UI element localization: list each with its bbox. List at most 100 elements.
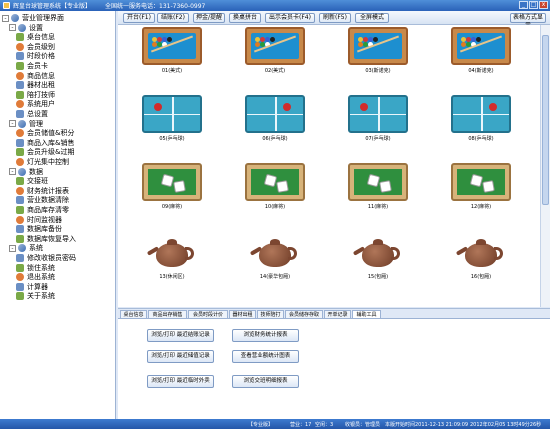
tree-item[interactable]: - 设置 [9, 23, 43, 33]
tree-item-label: 商品库存清零 [27, 206, 69, 214]
expand-toggle-icon[interactable]: - [2, 14, 9, 22]
teapot-body [259, 243, 291, 267]
ball [373, 37, 378, 42]
tool-button-3[interactable]: 查看营业额统计图表 [232, 350, 299, 363]
table-tile[interactable]: 07(乒乓球) [348, 95, 408, 142]
table-tile[interactable]: 10(麻将) [245, 163, 305, 210]
scrollbar-thumb[interactable] [542, 35, 549, 205]
ball [476, 37, 481, 42]
upgrade-icon [16, 148, 24, 157]
tree-item[interactable]: 关于系统 [16, 291, 55, 301]
tree-item[interactable]: 财务统计报表 [16, 186, 69, 196]
table-tile[interactable]: 04(斯诺克) [451, 27, 511, 74]
table-tile-caption: 15(包厢) [367, 274, 389, 280]
tool-button-1[interactable]: 浏览财务统计报表 [232, 329, 299, 342]
tree-item[interactable]: 陪打技师 [16, 90, 55, 100]
table-tile-caption: 02(美式) [264, 68, 286, 74]
center-line [144, 114, 200, 115]
tree-item[interactable]: 灯光集中控制 [16, 157, 69, 167]
table-tile[interactable]: 12(麻将) [451, 163, 511, 210]
tree-item[interactable]: 桌台信息 [16, 32, 55, 42]
member-card-button[interactable]: 出示会员卡(F4) [265, 13, 315, 23]
table-tile-caption: 01(美式) [161, 68, 183, 74]
table-tile[interactable]: 08(乒乓球) [451, 95, 511, 142]
table-tile[interactable]: 06(乒乓球) [245, 95, 305, 142]
tree-item[interactable]: - 数据 [9, 167, 43, 177]
tool-button-0[interactable]: 浏览/打印 最近结账记录 [147, 329, 214, 342]
deposit-button[interactable]: 押金/提醒 [193, 13, 225, 23]
tree-item[interactable]: 锁住系统 [16, 263, 55, 273]
expand-toggle-icon[interactable]: - [9, 24, 16, 32]
tree-item[interactable]: 营业数据清除 [16, 195, 69, 205]
close-button[interactable]: x [539, 1, 548, 9]
tree-item[interactable]: 会员卡 [16, 61, 48, 71]
tree-item-label: 时间监视器 [27, 215, 62, 224]
tree-item-label: 会员卡 [27, 62, 48, 70]
tree-item-label: 关于系统 [27, 292, 55, 301]
tree-item[interactable]: 数据库恢复导入 [16, 234, 76, 244]
teapot-handle [391, 247, 400, 260]
expand-toggle-icon[interactable]: - [9, 244, 16, 252]
maximize-button[interactable]: □ [529, 1, 538, 9]
title-bar: 辉皇台球管理系统【专业版】 全国统一服务电话：131-7360-0997 _ □… [0, 0, 550, 11]
table-tile[interactable]: 13(休闲区) [142, 233, 202, 280]
paddle-icon [283, 103, 291, 111]
tool-button-2[interactable]: 浏览/打印 最近储值记录 [147, 350, 214, 363]
table-tile[interactable]: 01(美式) [142, 27, 202, 74]
table-tile-caption: 04(斯诺克) [468, 68, 494, 74]
tree-item[interactable]: 修改收银员密码 [16, 253, 76, 263]
tree-item[interactable]: 会员升级&过期 [16, 147, 74, 157]
table-tile[interactable]: 05(乒乓球) [142, 95, 202, 142]
tree-item[interactable]: 商品入库&销售 [16, 138, 74, 148]
table-tile[interactable]: 15(包厢) [348, 233, 408, 280]
checkout-button[interactable]: 结账(F2) [157, 13, 189, 23]
tree-item-label: 营业数据清除 [27, 196, 69, 205]
member-level-icon [16, 42, 24, 51]
tree-item[interactable]: 器材出租 [16, 80, 55, 90]
table-tile[interactable]: 09(麻将) [142, 163, 202, 210]
tool-button-4[interactable]: 浏览/打印 最近临时外卖 [147, 375, 214, 388]
tree-item[interactable]: 退出系统 [16, 272, 55, 282]
tree-item[interactable]: - 管理 [9, 119, 43, 129]
tree-item[interactable]: 时段价格 [16, 51, 55, 61]
gear-icon [16, 110, 24, 118]
tree-item[interactable]: 系统用户 [16, 99, 55, 109]
tree-item[interactable]: 数据库备份 [16, 224, 62, 234]
tree-item[interactable]: 计算器 [16, 282, 48, 292]
tree-item[interactable]: 总设置 [16, 109, 48, 119]
refresh-button[interactable]: 刷新(F5) [319, 13, 351, 23]
tree-item[interactable]: 交接班 [16, 176, 48, 186]
fullscreen-button[interactable]: 全屏模式 [355, 13, 389, 23]
table-tile[interactable]: 14(豪华包厢) [245, 233, 305, 280]
table-tile-caption: 11(麻将) [367, 204, 389, 210]
ball [167, 37, 172, 42]
manage-group-icon [18, 119, 26, 128]
table-tile-caption: 10(麻将) [264, 204, 286, 210]
tree-item[interactable]: 商品库存清零 [16, 205, 69, 215]
tree-item[interactable]: 时间监视器 [16, 215, 62, 225]
open-table-button[interactable]: 开台(F1) [123, 13, 155, 23]
paddle-icon [489, 103, 497, 111]
tree-item[interactable]: - 系统 [9, 243, 43, 253]
view-mode-button[interactable]: 表格方式显示 [510, 13, 546, 29]
tree-item[interactable]: 商品信息 [16, 71, 55, 81]
table-tile[interactable]: 02(美式) [245, 27, 305, 74]
table-tile-caption: 08(乒乓球) [468, 136, 494, 142]
table-tile[interactable]: 11(麻将) [348, 163, 408, 210]
expand-toggle-icon[interactable]: - [9, 120, 16, 128]
teapot-handle [494, 247, 503, 260]
table-tile[interactable]: 03(斯诺克) [348, 27, 408, 74]
tree-item[interactable]: 会员储值&积分 [16, 128, 74, 138]
minimize-button[interactable]: _ [519, 1, 528, 9]
expand-toggle-icon[interactable]: - [9, 168, 16, 176]
center-line [453, 114, 509, 115]
table-tile-caption: 03(斯诺克) [365, 68, 391, 74]
table-tile[interactable]: 16(包厢) [451, 233, 511, 280]
tree-item[interactable]: 会员级别 [16, 42, 55, 52]
settings-group-icon [18, 23, 26, 32]
swap-table-button[interactable]: 换桌拼台 [229, 13, 261, 23]
status-bar: 【专业版】 营业：17 空闲：3 收银员：管理员 本版开始时间2011-12-1… [0, 419, 550, 429]
tree-item[interactable]: - 营业管理界面 [2, 13, 64, 23]
tool-button-5[interactable]: 浏览交班明细报表 [232, 375, 299, 388]
vertical-scrollbar[interactable] [540, 25, 550, 307]
